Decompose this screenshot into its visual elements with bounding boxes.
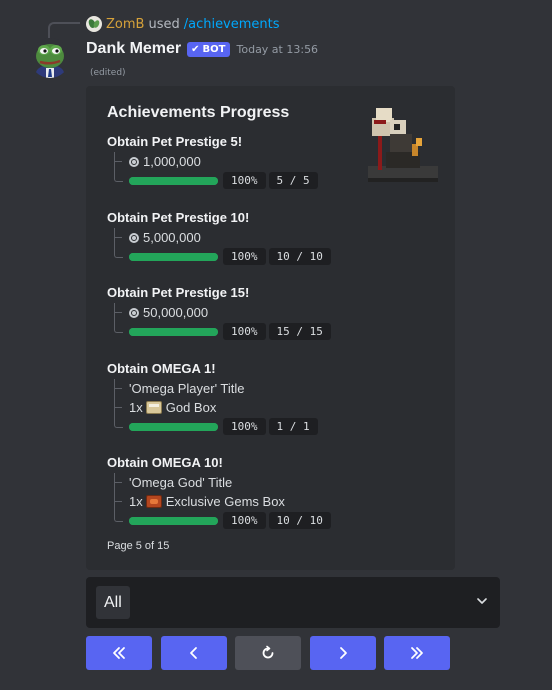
- achievement-2: Obtain Pet Prestige 15! 50,000,000 100% …: [107, 283, 334, 341]
- reward-text: 'Omega God' Title: [129, 475, 233, 490]
- coin-icon: [129, 232, 139, 243]
- avatar[interactable]: [30, 38, 70, 78]
- progress-bar: [129, 176, 218, 185]
- achievement-title: Obtain Pet Prestige 5!: [107, 134, 243, 149]
- coin-icon: [129, 156, 139, 167]
- reward-text: God Box: [165, 400, 217, 415]
- achievement-progress: 100% 1 / 1: [107, 417, 321, 436]
- achievement-reward: 'Omega God' Title: [107, 473, 334, 492]
- pepe-avatar-icon: [36, 44, 64, 78]
- progress-count: 1 / 1: [268, 418, 318, 435]
- reply-text: used: [148, 16, 180, 32]
- achievement-reward: 5,000,000: [107, 228, 334, 247]
- achievement-reward: 'Omega Player' Title: [107, 379, 321, 398]
- reward-prefix: 1x: [129, 494, 143, 509]
- achievement-progress: 100% 5 / 5: [107, 171, 321, 190]
- filter-select-value[interactable]: All: [96, 586, 130, 619]
- progress-count: 10 / 10: [268, 512, 331, 529]
- chevron-left-icon: [190, 647, 197, 659]
- achievement-reward: 1x God Box: [107, 398, 321, 417]
- achievement-0: Obtain Pet Prestige 5! 1,000,000 100% 5 …: [107, 132, 321, 190]
- reply-connector: [48, 22, 80, 38]
- progress-percent: 100%: [223, 323, 266, 340]
- reward-text: 'Omega Player' Title: [129, 381, 245, 396]
- progress-bar: [129, 516, 218, 525]
- achievement-3: Obtain OMEGA 1! 'Omega Player' Title 1x …: [107, 359, 321, 436]
- refresh-icon: [262, 645, 274, 659]
- gems-box-icon: [145, 495, 162, 508]
- achievement-reward: 50,000,000: [107, 303, 334, 322]
- achievement-progress: 100% 10 / 10: [107, 511, 334, 530]
- double-chevron-right-icon: [411, 647, 423, 659]
- message-timestamp[interactable]: Today at 13:56: [237, 43, 319, 56]
- achievement-title: Obtain Pet Prestige 10!: [107, 210, 250, 225]
- progress-bar: [129, 327, 218, 336]
- edited-label: (edited): [90, 68, 126, 78]
- bot-username[interactable]: Dank Memer: [86, 40, 181, 58]
- previous-page-button[interactable]: [161, 636, 227, 670]
- achievement-title: Obtain OMEGA 10!: [107, 455, 223, 470]
- progress-percent: 100%: [223, 418, 266, 435]
- reply-username[interactable]: ZomB: [106, 17, 144, 32]
- reply-command[interactable]: /achievements: [184, 17, 280, 32]
- embed-title: Achievements Progress: [107, 104, 290, 121]
- achievement-progress: 100% 10 / 10: [107, 247, 334, 266]
- bot-badge-label: BOT: [202, 43, 226, 55]
- progress-count: 15 / 15: [268, 323, 331, 340]
- next-page-button[interactable]: [310, 636, 376, 670]
- progress-percent: 100%: [223, 512, 266, 529]
- chevron-down-icon[interactable]: [477, 596, 487, 606]
- reward-text: 1,000,000: [143, 154, 201, 169]
- reward-prefix: 1x: [129, 400, 143, 415]
- chevron-right-icon: [340, 647, 347, 659]
- reward-text: 5,000,000: [143, 230, 201, 245]
- verified-check-icon: ✔: [191, 43, 200, 55]
- achievements-embed: Achievements Progress Obtain Pet Prestig…: [86, 86, 455, 570]
- first-page-button[interactable]: [86, 636, 152, 670]
- pixel-statue-thumbnail-icon[interactable]: [360, 100, 440, 186]
- achievement-reward: 1,000,000: [107, 152, 321, 171]
- achievement-reward: 1x Exclusive Gems Box: [107, 492, 334, 511]
- last-page-button[interactable]: [384, 636, 450, 670]
- achievement-title: Obtain Pet Prestige 15!: [107, 285, 250, 300]
- bot-badge: ✔ BOT: [187, 41, 230, 57]
- progress-percent: 100%: [223, 172, 266, 189]
- embed-footer: Page 5 of 15: [107, 540, 170, 552]
- god-box-icon: [145, 401, 162, 414]
- progress-count: 10 / 10: [268, 248, 331, 265]
- reply-avatar[interactable]: [86, 16, 102, 32]
- progress-bar: [129, 252, 218, 261]
- coin-icon: [129, 307, 139, 318]
- reply-header[interactable]: ZomB used /achievements: [86, 16, 280, 32]
- progress-bar: [129, 422, 218, 431]
- reward-text: 50,000,000: [143, 305, 209, 320]
- double-chevron-left-icon: [113, 647, 125, 659]
- achievement-4: Obtain OMEGA 10! 'Omega God' Title 1x Ex…: [107, 453, 334, 530]
- reward-text: Exclusive Gems Box: [165, 494, 285, 509]
- progress-count: 5 / 5: [268, 172, 318, 189]
- achievement-1: Obtain Pet Prestige 10! 5,000,000 100% 1…: [107, 208, 334, 266]
- achievement-title: Obtain OMEGA 1!: [107, 361, 216, 376]
- achievement-progress: 100% 15 / 15: [107, 322, 334, 341]
- filter-select[interactable]: All: [86, 577, 500, 628]
- refresh-button[interactable]: [235, 636, 301, 670]
- progress-percent: 100%: [223, 248, 266, 265]
